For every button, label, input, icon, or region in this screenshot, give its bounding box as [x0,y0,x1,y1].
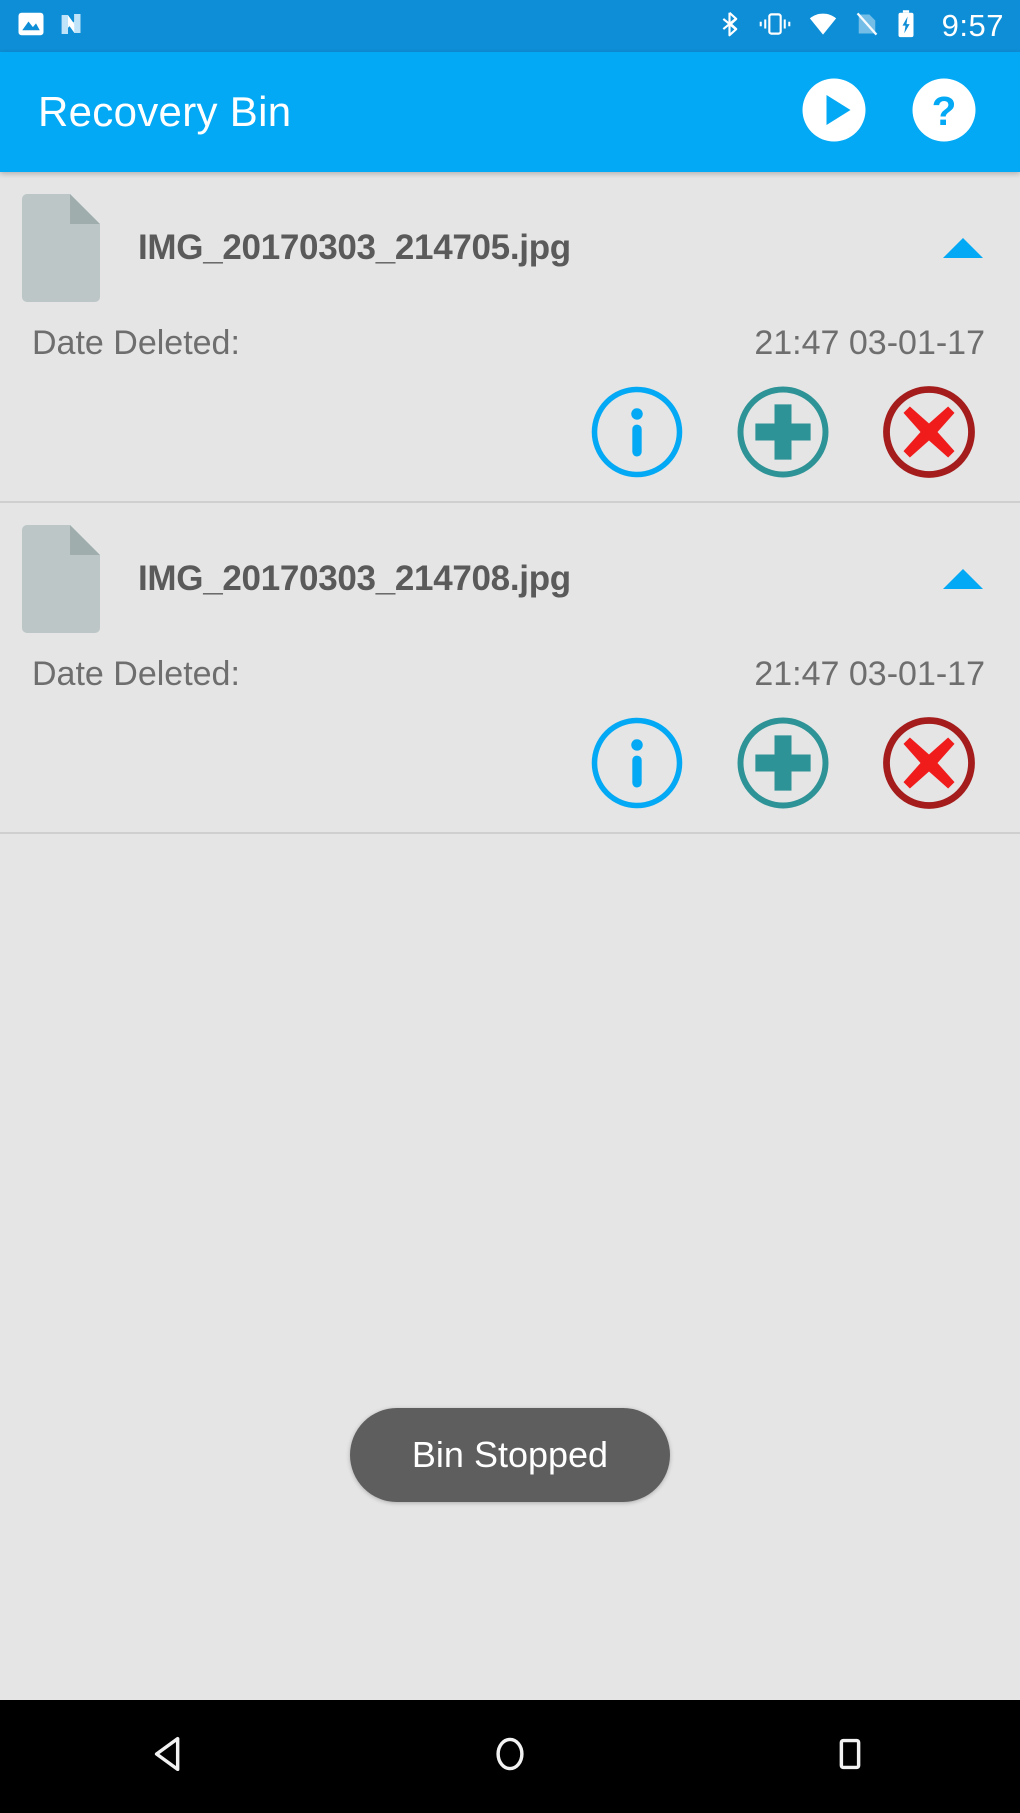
restore-button[interactable] [732,381,834,483]
home-circle-icon [487,1731,533,1782]
list-item[interactable]: IMG_20170303_214708.jpg Date Deleted: 21… [0,503,1020,834]
app-bar: Recovery Bin ? [0,52,1020,172]
svg-text:?: ? [932,88,957,134]
collapse-toggle[interactable] [936,552,990,606]
chevron-up-icon [943,569,983,589]
info-button[interactable] [586,712,688,814]
status-bar-right-icons: 9:57 [716,8,1004,44]
page-title: Recovery Bin [38,88,292,135]
chevron-up-icon [943,238,983,258]
play-button[interactable] [796,74,872,150]
file-document-icon [22,194,100,302]
date-deleted-label: Date Deleted: [32,655,240,693]
list-item-header[interactable]: IMG_20170303_214708.jpg [0,503,1020,639]
battery-charging-icon [895,9,917,44]
app-window: 9:57 Recovery Bin ? IMG_20170303_214705.… [0,0,1020,1813]
back-triangle-icon [147,1731,193,1782]
vibrate-icon [758,9,792,44]
home-button[interactable] [450,1700,570,1813]
file-name: IMG_20170303_214705.jpg [138,228,571,267]
date-deleted-label: Date Deleted: [32,324,240,362]
list-item-actions [0,363,1020,483]
delete-button[interactable] [878,381,980,483]
date-deleted-row: Date Deleted: 21:47 03-01-17 [0,308,1020,363]
help-icon: ? [908,74,980,151]
delete-button[interactable] [878,712,980,814]
recents-button[interactable] [790,1700,910,1813]
recovery-bin-list[interactable]: IMG_20170303_214705.jpg Date Deleted: 21… [0,172,1020,1700]
wifi-icon [807,9,839,44]
recents-square-icon [827,1731,873,1782]
photo-icon [16,9,46,44]
help-button[interactable]: ? [906,74,982,150]
list-item[interactable]: IMG_20170303_214705.jpg Date Deleted: 21… [0,172,1020,503]
play-icon [798,74,870,151]
status-toast: Bin Stopped [349,1408,671,1502]
list-item-header[interactable]: IMG_20170303_214705.jpg [0,172,1020,308]
no-sim-icon [854,9,880,44]
collapse-toggle[interactable] [936,221,990,275]
status-bar: 9:57 [0,0,1020,52]
file-name: IMG_20170303_214708.jpg [138,559,571,598]
restore-button[interactable] [732,712,834,814]
android-n-icon [58,9,88,44]
toast-container: Bin Stopped [0,1408,1020,1502]
info-button[interactable] [586,381,688,483]
file-document-icon [22,525,100,633]
back-button[interactable] [110,1700,230,1813]
app-bar-actions: ? [796,74,982,150]
date-deleted-value: 21:47 03-01-17 [754,324,985,362]
android-nav-bar [0,1700,1020,1813]
bluetooth-icon [716,9,743,44]
list-item-actions [0,694,1020,814]
status-bar-left-icons [16,9,88,44]
status-bar-clock: 9:57 [941,8,1004,43]
date-deleted-value: 21:47 03-01-17 [754,655,985,693]
date-deleted-row: Date Deleted: 21:47 03-01-17 [0,639,1020,694]
